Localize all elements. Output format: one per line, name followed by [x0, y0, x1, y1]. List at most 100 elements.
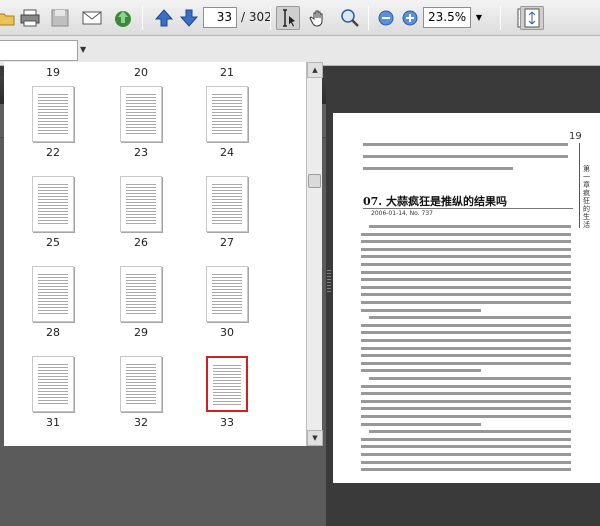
save-icon[interactable]: [48, 6, 72, 30]
document-text-line: [363, 143, 568, 146]
toolbar-separator: [368, 6, 369, 30]
toolbar-separator: [270, 6, 271, 30]
scroll-down-icon[interactable]: ▼: [307, 430, 323, 446]
open-folder-icon[interactable]: [0, 6, 18, 30]
page-thumbnail-label: 32: [134, 416, 148, 429]
thumbnails-scrollbar[interactable]: ▲ ▼: [306, 62, 323, 446]
document-text-line: [361, 392, 571, 396]
page-thumbnail-22[interactable]: [32, 86, 74, 142]
page-thumbnail-label: 24: [220, 146, 234, 159]
document-page-number: 19: [569, 131, 582, 142]
document-text-line: [361, 445, 571, 449]
thumbnail-text-lines: [212, 94, 242, 136]
page-thumbnail-27[interactable]: [206, 176, 248, 232]
page-thumbnail-label: 31: [46, 416, 60, 429]
hand-tool-icon[interactable]: [306, 6, 330, 30]
text-select-tool-icon[interactable]: [276, 6, 300, 30]
page-thumbnails-list: 19 20 21 22 23 24 25 26 27 28 29 30 31 32 33: [4, 62, 306, 446]
page-thumbnail-label: 27: [220, 236, 234, 249]
total-pages-label: / 302: [241, 10, 272, 24]
document-date: 2006-01-14, No. 737: [371, 210, 434, 217]
splitter-grip-icon[interactable]: [327, 270, 331, 294]
zoom-in-icon[interactable]: [398, 6, 422, 30]
page-thumbnail-label: 22: [46, 146, 60, 159]
scroll-up-icon[interactable]: ▲: [307, 62, 323, 78]
page-thumbnail-33[interactable]: [206, 356, 248, 412]
page-thumbnail-26[interactable]: [120, 176, 162, 232]
thumbnail-text-lines: [38, 94, 68, 136]
find-input[interactable]: [0, 40, 78, 61]
page-thumbnail-label: 26: [134, 236, 148, 249]
thumbnail-text-lines: [38, 184, 68, 226]
thumbnail-text-lines: [212, 184, 242, 226]
toolbar-separator: [500, 6, 501, 30]
side-rule: [579, 143, 580, 228]
main-toolbar: 33 / 302 23.5% ▼: [0, 0, 600, 36]
document-text-line: [363, 167, 513, 170]
document-text-line: [361, 468, 571, 472]
document-text-line: [361, 301, 571, 304]
document-side-label: 第一章 疯狂的生活: [583, 165, 590, 229]
email-icon[interactable]: [80, 6, 104, 30]
print-icon[interactable]: [18, 6, 42, 30]
page-thumbnail-label: 25: [46, 236, 60, 249]
document-text-line: [369, 377, 571, 380]
document-text-line: [361, 460, 571, 464]
document-text-line: [363, 155, 568, 158]
page-thumbnail-label: 30: [220, 326, 234, 339]
heading-underline: [363, 208, 573, 209]
page-thumbnail-28[interactable]: [32, 266, 74, 322]
document-page[interactable]: 19 第一章 疯狂的生活 07. 大蒜疯狂是推纵的结果吗 2006-01-14,…: [333, 113, 600, 483]
document-text-line: [361, 384, 571, 388]
fit-page-icon[interactable]: [520, 6, 544, 30]
page-number-input[interactable]: 33: [203, 7, 237, 28]
zoom-dropdown-chevron-down-icon[interactable]: ▼: [472, 7, 486, 28]
thumbnail-text-lines: [126, 184, 156, 226]
document-heading: 07. 大蒜疯狂是推纵的结果吗: [363, 195, 507, 208]
page-thumbnail-label: 23: [134, 146, 148, 159]
document-text-line: [361, 437, 571, 441]
page-thumbnail-label: 28: [46, 326, 60, 339]
page-thumbnail-25[interactable]: [32, 176, 74, 232]
previous-page-icon[interactable]: [152, 6, 176, 30]
find-options-chevron-down-icon[interactable]: ▼: [80, 45, 86, 54]
document-text-line: [361, 415, 571, 418]
document-text-line: [361, 339, 571, 342]
thumbnail-text-lines: [38, 274, 68, 316]
page-thumbnail-24[interactable]: [206, 86, 248, 142]
document-text-line: [369, 316, 571, 320]
scrollbar-thumb[interactable]: [308, 174, 321, 188]
panel-splitter[interactable]: [326, 76, 332, 526]
zoom-level-input[interactable]: 23.5%: [423, 7, 471, 28]
document-text-line: [361, 255, 571, 259]
document-text-line: [361, 369, 481, 373]
marquee-zoom-icon[interactable]: [338, 6, 362, 30]
document-text-line: [369, 225, 571, 228]
document-text-line: [361, 422, 481, 426]
thumbnail-text-lines: [213, 365, 241, 405]
document-text-line: [361, 270, 571, 274]
page-thumbnail-label: 29: [134, 326, 148, 339]
document-text-line: [361, 247, 571, 251]
page-thumbnail-31[interactable]: [32, 356, 74, 412]
page-thumbnail-29[interactable]: [120, 266, 162, 322]
document-text-line: [361, 232, 571, 236]
page-thumbnail-label: 20: [134, 66, 148, 79]
page-thumbnail-label: 21: [220, 66, 234, 79]
thumbnail-text-lines: [126, 364, 156, 406]
page-thumbnail-23[interactable]: [120, 86, 162, 142]
page-thumbnail-30[interactable]: [206, 266, 248, 322]
next-page-icon[interactable]: [177, 6, 201, 30]
document-text-line: [361, 285, 571, 289]
document-text-line: [361, 346, 571, 350]
page-thumbnail-32[interactable]: [120, 356, 162, 412]
document-text-line: [361, 323, 571, 327]
document-text-line: [361, 407, 571, 411]
share-upload-icon[interactable]: [111, 6, 135, 30]
document-text-line: [361, 354, 571, 358]
document-text-line: [361, 240, 571, 244]
page-thumbnail-label: 33: [220, 416, 234, 429]
document-text-line: [361, 263, 571, 266]
toolbar-separator: [142, 6, 143, 30]
zoom-out-icon[interactable]: [374, 6, 398, 30]
